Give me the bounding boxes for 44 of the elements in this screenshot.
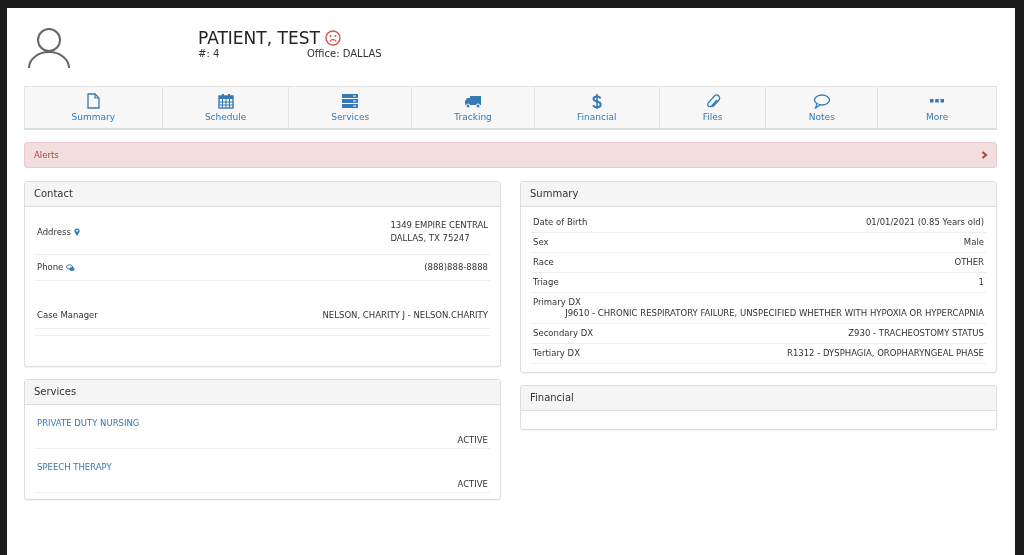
field-label: Date of Birth [533, 217, 588, 228]
patient-name: PATIENT, TEST [198, 28, 320, 48]
speech-bubble-icon [812, 93, 831, 109]
field-value: DALLAS, TX 75247 [390, 232, 471, 245]
panel-heading: Contact [25, 182, 500, 207]
field-value: 1 [978, 277, 984, 288]
field-value: Z930 - TRACHEOSTOMY STATUS [848, 328, 984, 339]
service-status: ACTIVE [457, 435, 488, 445]
field-label: Tertiary DX [533, 348, 580, 359]
field-value: (888)888-8888 [424, 261, 488, 274]
field-label: Triage [533, 277, 559, 288]
field-value: 1349 EMPIRE CENTRAL [390, 219, 488, 232]
map-pin-icon[interactable] [73, 228, 80, 236]
chevron-right-icon [981, 151, 988, 159]
field-value: NELSON, CHARITY J - NELSON.CHARITY [322, 309, 488, 322]
service-status: ACTIVE [457, 479, 488, 489]
field-label: Phone [37, 261, 64, 274]
alerts-bar[interactable]: Alerts [24, 142, 997, 168]
avatar-icon [27, 27, 71, 69]
field-value: OTHER [954, 257, 984, 268]
service-link[interactable]: SPEECH THERAPY [37, 462, 488, 472]
calendar-icon [216, 93, 235, 109]
panel-heading: Financial [521, 386, 996, 411]
field-label: Address [37, 225, 71, 239]
service-link[interactable]: PRIVATE DUTY NURSING [37, 418, 488, 428]
patient-number: #: 4 [198, 48, 221, 59]
file-icon [84, 93, 103, 109]
office-label: Office: DALLAS [307, 48, 382, 59]
server-icon [341, 93, 360, 109]
panel-heading: Summary [521, 182, 996, 207]
panel-heading: Services [25, 380, 500, 405]
field-value: R1312 - DYSPHAGIA, OROPHARYNGEAL PHASE [787, 348, 984, 359]
field-value: Male [963, 237, 984, 248]
field-label: Case Manager [37, 309, 98, 322]
chat-icon[interactable] [66, 263, 76, 272]
truck-icon [464, 93, 483, 109]
alerts-label: Alerts [34, 150, 59, 160]
field-value: 01/01/2021 (0.85 Years old) [865, 217, 984, 228]
field-label: Race [533, 257, 554, 268]
field-label: Primary DX [533, 297, 581, 307]
field-value: J9610 - CHRONIC RESPIRATORY FAILURE, UNSPECIFIED WHETHER WITH HYPOXIA OR HYPERCAPNIA [564, 308, 984, 319]
sad-face-icon [324, 30, 341, 46]
field-label: Sex [533, 237, 549, 248]
field-label: Secondary DX [533, 328, 594, 339]
